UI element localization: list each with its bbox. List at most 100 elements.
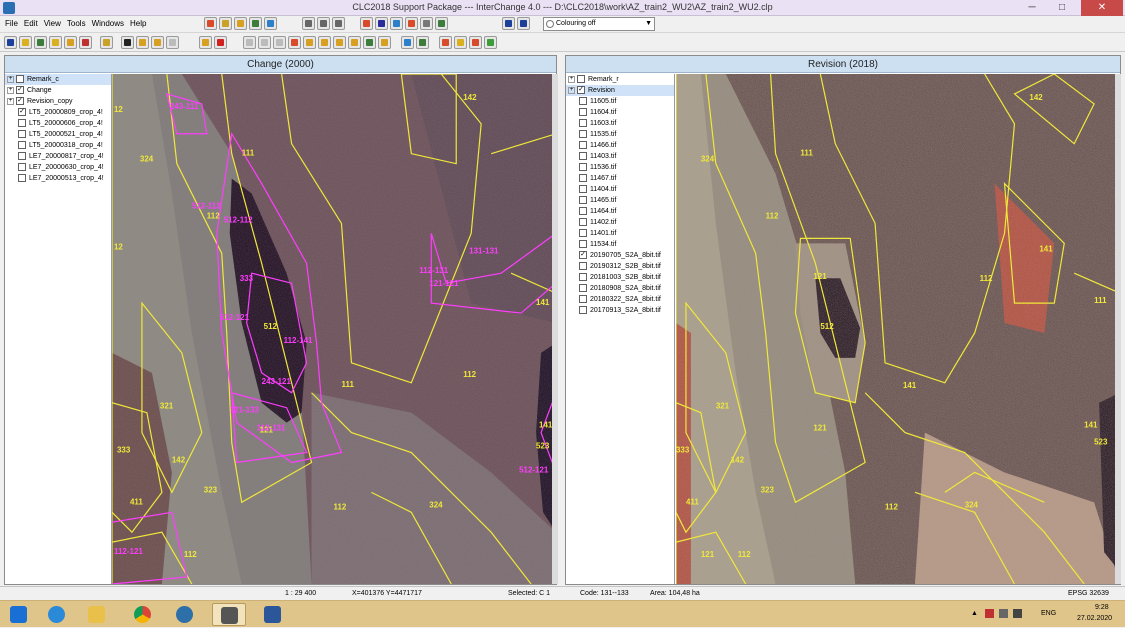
expand-icon[interactable]: + xyxy=(7,86,14,94)
star-icon[interactable] xyxy=(439,36,452,49)
right-pane-scrollbar[interactable] xyxy=(1115,74,1121,584)
tray-expand-icon[interactable]: ▲ xyxy=(971,610,978,617)
layer-row[interactable]: 11402.tif xyxy=(566,217,674,228)
export-icon[interactable] xyxy=(234,17,247,30)
polygon-code-label[interactable]: 111 xyxy=(1094,296,1107,305)
error-icon[interactable] xyxy=(469,36,482,49)
layer-visibility-checkbox[interactable] xyxy=(579,295,587,304)
minimize-button[interactable]: ─ xyxy=(1018,0,1046,16)
polygon-code-label[interactable]: 321 xyxy=(716,402,730,411)
polygon-code-label[interactable]: 142 xyxy=(463,93,477,102)
left-pane-scrollbar[interactable] xyxy=(552,74,558,584)
tray-date[interactable]: 27.02.2020 xyxy=(1077,615,1112,622)
polygon-code-label[interactable]: 512-121 xyxy=(220,313,250,322)
menu-tools[interactable]: Tools xyxy=(64,19,89,28)
polygon-code-label[interactable]: 121-133 xyxy=(230,406,260,415)
taskbar-word[interactable] xyxy=(256,603,290,626)
layer-visibility-checkbox[interactable] xyxy=(579,119,587,128)
globe-icon[interactable] xyxy=(264,17,277,30)
layer-visibility-checkbox[interactable] xyxy=(579,174,587,183)
layer-visibility-checkbox[interactable] xyxy=(579,273,587,282)
zoom-full-icon[interactable] xyxy=(79,36,92,49)
xy-icon[interactable] xyxy=(375,17,388,30)
layer-visibility-checkbox[interactable] xyxy=(18,130,26,139)
tray-volume-icon[interactable] xyxy=(1013,609,1022,618)
open-project-icon[interactable] xyxy=(204,17,217,30)
layer-visibility-checkbox[interactable] xyxy=(579,185,587,194)
polygon-code-label[interactable]: 411 xyxy=(686,497,699,506)
layer-row[interactable]: + ✓ Change xyxy=(5,85,111,96)
frame-icon[interactable] xyxy=(34,36,47,49)
polygon-code-label[interactable]: 112-131 xyxy=(419,266,448,275)
polygon-code-label[interactable]: 131-131 xyxy=(469,246,499,255)
report-icon[interactable] xyxy=(435,17,448,30)
check-topology-icon[interactable] xyxy=(401,36,414,49)
expand-icon[interactable]: + xyxy=(7,97,14,105)
expand-icon[interactable]: + xyxy=(568,75,575,83)
layer-row[interactable]: 11534.tif xyxy=(566,239,674,250)
layer-row[interactable]: 11604.tif xyxy=(566,107,674,118)
pencil-icon[interactable] xyxy=(166,36,179,49)
map-view-change[interactable]: 12 324 111 112 12 142 321 142 333 323 411 112 112 141… xyxy=(112,74,556,584)
polygon-code-label[interactable]: 243-111 xyxy=(170,102,199,111)
polygon-code-label[interactable]: 323 xyxy=(204,485,218,494)
layer-visibility-checkbox[interactable] xyxy=(18,119,26,128)
reshape-icon[interactable] xyxy=(318,36,331,49)
import-icon[interactable] xyxy=(219,17,232,30)
polygon-code-label[interactable]: 333 xyxy=(117,446,131,455)
taskbar-interchange[interactable] xyxy=(212,603,246,626)
expand-icon[interactable]: + xyxy=(7,75,14,83)
polygon-code-label[interactable]: 512 xyxy=(264,322,278,331)
map-view-revision[interactable]: 142 324 111 112 141 111 112 121 512 141 321 121 142 3… xyxy=(676,74,1120,584)
close-button[interactable]: ✕ xyxy=(1081,0,1123,16)
polygon-code-label[interactable]: 321 xyxy=(160,402,174,411)
layer-visibility-checkbox[interactable]: ✓ xyxy=(16,97,24,106)
layer-visibility-checkbox[interactable] xyxy=(18,152,26,161)
layer-visibility-checkbox[interactable] xyxy=(18,163,26,172)
taskbar-chrome[interactable] xyxy=(126,603,160,626)
polygon-code-label[interactable]: 12 xyxy=(114,105,123,114)
polygon-code-label[interactable]: 142 xyxy=(731,455,745,464)
pan-window-icon[interactable] xyxy=(49,36,62,49)
layer-row[interactable]: 11467.tif xyxy=(566,173,674,184)
redo-icon[interactable] xyxy=(258,36,271,49)
layer-visibility-checkbox[interactable] xyxy=(579,196,587,205)
polygon-code-label[interactable]: 323 xyxy=(761,485,775,494)
tray-network-icon[interactable] xyxy=(999,609,1008,618)
polygon-code-label[interactable]: 112 xyxy=(463,370,476,379)
layer-row[interactable]: 20180908_S2A_8bit.tif xyxy=(566,283,674,294)
polygon-code-label[interactable]: 111 xyxy=(800,149,813,158)
layer-row[interactable]: 11466.tif xyxy=(566,140,674,151)
polygon-code-label[interactable]: 333 xyxy=(240,274,254,283)
start-button[interactable] xyxy=(2,603,36,626)
layer-row[interactable]: LE7_20000513_crop_4! xyxy=(5,173,111,184)
layer-visibility-checkbox[interactable] xyxy=(579,108,587,117)
window-split-icon[interactable] xyxy=(317,17,330,30)
split-polygon-icon[interactable] xyxy=(288,36,301,49)
polygon-code-label[interactable]: 142 xyxy=(172,455,186,464)
layer-row[interactable]: 20190312_S2B_8bit.tif xyxy=(566,261,674,272)
layer-row[interactable]: LT5_20000318_crop_4! xyxy=(5,140,111,151)
layer-visibility-checkbox[interactable] xyxy=(16,75,24,84)
layer-row[interactable]: 20170913_S2A_8bit.tif xyxy=(566,305,674,316)
ruler-icon[interactable] xyxy=(19,36,32,49)
layer-visibility-checkbox[interactable] xyxy=(577,75,585,84)
layer-row[interactable]: LE7_20000630_crop_4! xyxy=(5,162,111,173)
polygon-code-label[interactable]: 121 xyxy=(813,424,827,433)
layer-row[interactable]: + ✓ Revision_copy xyxy=(5,96,111,107)
refresh-icon[interactable] xyxy=(484,36,497,49)
layer-row[interactable]: 11605.tif xyxy=(566,96,674,107)
layer-visibility-checkbox[interactable]: ✓ xyxy=(579,251,587,260)
polygon-code-label[interactable]: 324 xyxy=(140,155,154,164)
undo-icon[interactable] xyxy=(243,36,256,49)
polygon-code-label[interactable]: 121 xyxy=(701,550,715,559)
layer-visibility-checkbox[interactable] xyxy=(579,240,587,249)
polygon-code-label[interactable]: 523 xyxy=(1094,438,1108,447)
link-icon[interactable] xyxy=(420,17,433,30)
polygon-code-label[interactable]: 512 xyxy=(820,322,834,331)
polygon-code-label[interactable]: 112 xyxy=(738,550,751,559)
layer-row[interactable]: LT5_20000521_crop_4! xyxy=(5,129,111,140)
zoom-icon[interactable] xyxy=(64,36,77,49)
polygon-code-label[interactable]: 112-131 xyxy=(257,424,286,433)
polygon-code-label[interactable]: 112 xyxy=(980,274,993,283)
